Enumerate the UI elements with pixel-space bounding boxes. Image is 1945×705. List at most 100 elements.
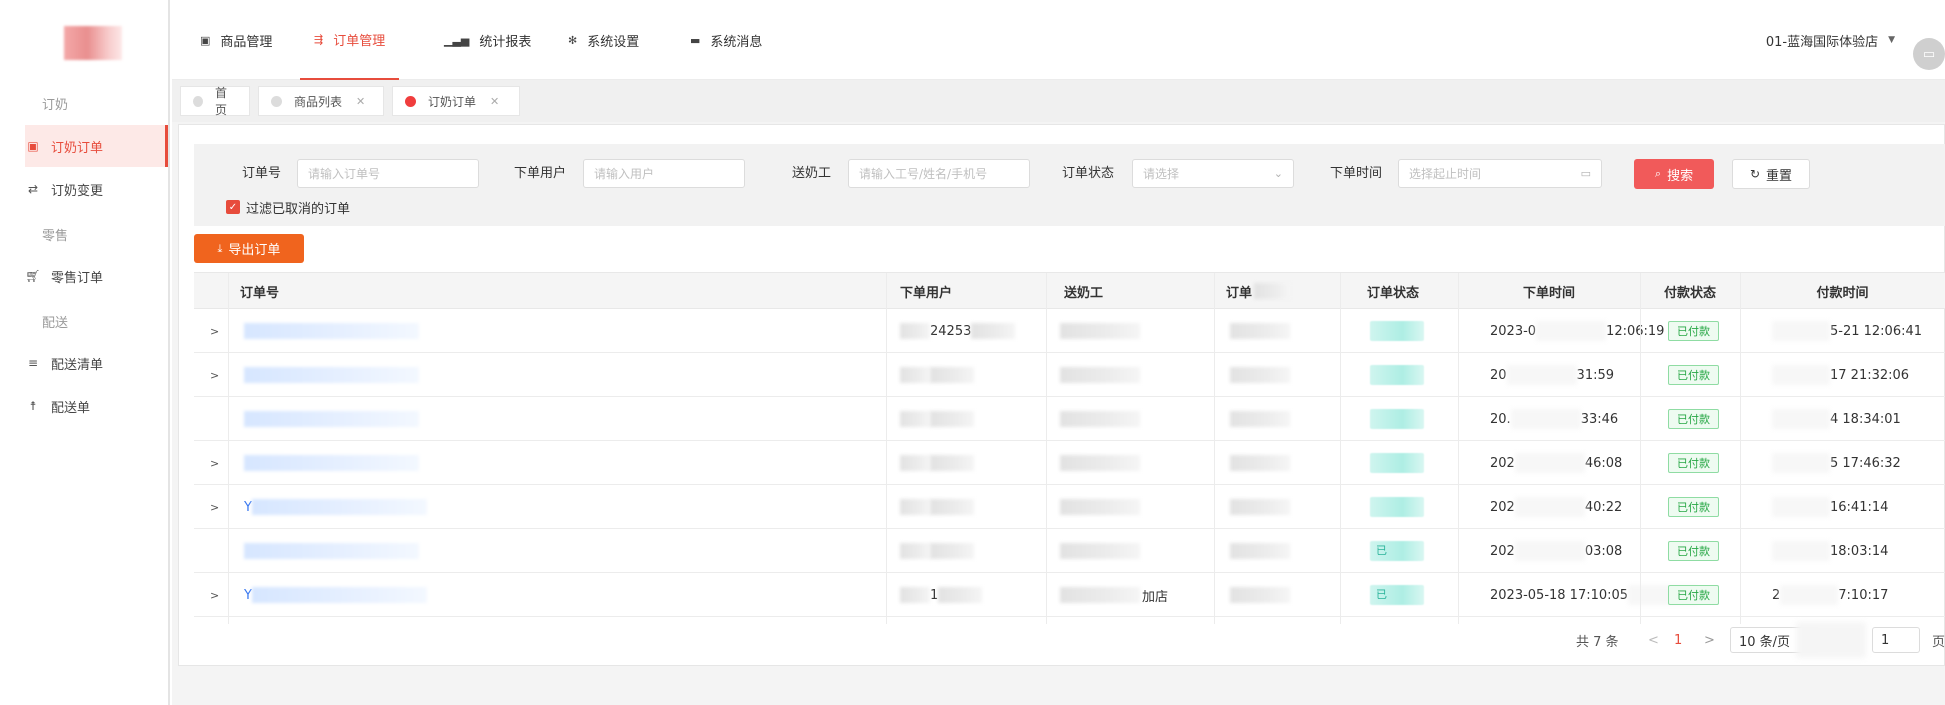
- nav-settings[interactable]: ✻ 系统设置: [568, 0, 639, 80]
- redacted-area: [1796, 622, 1866, 658]
- status-tag: [1370, 321, 1424, 341]
- nav-label: 系统消息: [710, 34, 763, 50]
- sidebar-item-retail-orders[interactable]: 🛒︎ 零售订单: [25, 255, 168, 297]
- tab-goods-list[interactable]: 商品列表 ✕: [258, 86, 384, 116]
- sidebar-item-delivery-list[interactable]: ≡ 配送清单: [25, 342, 168, 384]
- redacted-area: [244, 455, 419, 471]
- close-icon[interactable]: ✕: [490, 95, 499, 108]
- redacted-area: [1514, 497, 1585, 517]
- sidebar-group-delivery: 配送: [42, 316, 69, 331]
- avatar[interactable]: ▭: [1913, 38, 1945, 70]
- redacted-area: [1772, 453, 1830, 473]
- nav-messages[interactable]: ▬ 系统消息: [690, 0, 762, 80]
- order-time-cell: 12:06:19: [1606, 323, 1665, 339]
- redacted-area: [1230, 411, 1290, 427]
- nav-orders[interactable]: ⇶ 订单管理: [300, 0, 400, 80]
- redacted-area: [1060, 455, 1140, 471]
- redacted-area: [1514, 453, 1585, 473]
- tab-home[interactable]: 首页: [180, 86, 250, 117]
- redacted-area: [1510, 409, 1581, 429]
- expand-icon[interactable]: >: [210, 369, 219, 382]
- pay-status-tag: 已付款: [1668, 497, 1719, 517]
- sidebar-group-retail: 零售: [42, 229, 69, 244]
- pagination-next-button[interactable]: >: [1704, 628, 1715, 652]
- table-row[interactable]: 20. 33:46 已付款 4 18:34:01: [194, 397, 1945, 441]
- calendar-icon: ▭: [1580, 167, 1591, 180]
- expand-icon[interactable]: >: [210, 457, 219, 470]
- table-row[interactable]: 已 202 03:08 已付款 18:03:14: [194, 529, 1945, 573]
- column-divider: [1214, 273, 1215, 624]
- redacted-area: [900, 455, 930, 471]
- sidebar-item-dingnai-orders[interactable]: ▣ 订奶订单: [25, 125, 168, 167]
- redacted-area: [1060, 323, 1140, 339]
- redacted-area: [244, 367, 419, 383]
- redacted-area: [1230, 543, 1290, 559]
- nav-label: 统计报表: [479, 34, 532, 50]
- status-select[interactable]: 请选择 ⌄: [1132, 159, 1294, 188]
- nav-reports[interactable]: ▁▃▅ 统计报表: [444, 0, 531, 80]
- redacted-area: [1060, 543, 1140, 559]
- table-row[interactable]: > Y 1 加店 已 2023-05-18 17:10:05 已付款 2 7:10:17: [194, 573, 1945, 617]
- order-time-cell: 20.: [1490, 411, 1511, 427]
- close-icon[interactable]: ✕: [356, 95, 365, 108]
- column-divider: [1046, 273, 1047, 624]
- column-header-order-text: 订单: [1226, 285, 1253, 301]
- redacted-area: [1506, 365, 1577, 385]
- redacted-area: [1772, 541, 1830, 561]
- redacted-area: [1230, 587, 1290, 603]
- pay-time-cell: 17 21:32:06: [1830, 367, 1910, 383]
- redacted-area: [1230, 455, 1290, 471]
- table-row[interactable]: >24253 2023-0 12:06:19 已付款 5-21 12:06:41: [194, 309, 1945, 353]
- sidebar-item-label: 配送单: [51, 400, 91, 416]
- reset-button[interactable]: ↻ 重置: [1732, 159, 1810, 189]
- pay-status-tag: 已付款: [1668, 409, 1719, 429]
- status-text: 已: [1376, 544, 1387, 557]
- sidebar-item-delivery-note[interactable]: ☨ 配送单: [25, 385, 168, 427]
- column-divider: [1740, 273, 1741, 624]
- time-range-input[interactable]: 选择起止时间 ▭: [1398, 159, 1602, 188]
- redacted-area: [930, 455, 974, 471]
- order-no-input[interactable]: 请输入订单号: [297, 159, 479, 188]
- filter-cancelled-label: 过滤已取消的订单: [246, 202, 351, 217]
- pay-time-cell: 7:10:17: [1838, 587, 1889, 603]
- gear-icon: ✻: [568, 33, 578, 47]
- column-divider: [1640, 273, 1641, 624]
- expand-icon[interactable]: >: [210, 501, 219, 514]
- order-time-cell: 31:59: [1576, 367, 1615, 383]
- refresh-icon: ↻: [1749, 167, 1761, 181]
- redacted-area: [900, 323, 930, 339]
- sidebar-item-dingnai-change[interactable]: ⇄ 订奶变更: [25, 168, 168, 210]
- filter-cancelled-checkbox[interactable]: ✓: [226, 200, 240, 214]
- courier-placeholder: 请输入工号/姓名/手机号: [859, 167, 988, 181]
- column-header-order-time: 下单时间: [1522, 285, 1575, 301]
- redacted-area: [1060, 411, 1140, 427]
- order-time-cell: 03:08: [1584, 543, 1623, 559]
- column-divider: [1458, 273, 1459, 624]
- goto-page-input[interactable]: 1: [1872, 627, 1920, 653]
- search-button[interactable]: ⌕ 搜索: [1634, 159, 1714, 189]
- order-time-cell: 202: [1490, 499, 1515, 515]
- redacted-area: [1060, 587, 1140, 603]
- table-row[interactable]: > Y 202 40:22 已付款 16:41:14: [194, 485, 1945, 529]
- user-input[interactable]: 请输入用户: [583, 159, 745, 188]
- redacted-area: [251, 499, 427, 515]
- order-no-link[interactable]: Y: [244, 500, 252, 515]
- status-tag: [1370, 497, 1424, 517]
- pagination-prev-button[interactable]: <: [1648, 628, 1659, 652]
- table-row[interactable]: >20 31:59 已付款 17 21:32:06: [194, 353, 1945, 397]
- expand-icon[interactable]: >: [210, 589, 219, 602]
- order-time-cell: 202: [1490, 455, 1515, 471]
- courier-input[interactable]: 请输入工号/姓名/手机号: [848, 159, 1030, 188]
- export-button[interactable]: ⤓ 导出订单: [194, 234, 304, 263]
- store-selector[interactable]: 01-蓝海国际体验店 ▼: [1766, 0, 1895, 80]
- pagination-page-suffix: 页: [1932, 634, 1945, 650]
- tab-dingnai-orders[interactable]: 订奶订单 ✕: [392, 86, 520, 116]
- redacted-area: [1230, 367, 1290, 383]
- sidebar: 订奶 ▣ 订奶订单 ⇄ 订奶变更 零售 🛒︎ 零售订单 配送 ≡ 配送清单 ☨ …: [0, 0, 170, 705]
- expand-icon[interactable]: >: [210, 325, 219, 338]
- pagination-current-page[interactable]: 1: [1674, 628, 1682, 652]
- table-row[interactable]: >202 46:08 已付款 5 17:46:32: [194, 441, 1945, 485]
- nav-goods[interactable]: ▣ 商品管理: [200, 0, 272, 80]
- order-no-link[interactable]: Y: [244, 588, 252, 603]
- sidebar-item-label: 配送清单: [51, 357, 104, 373]
